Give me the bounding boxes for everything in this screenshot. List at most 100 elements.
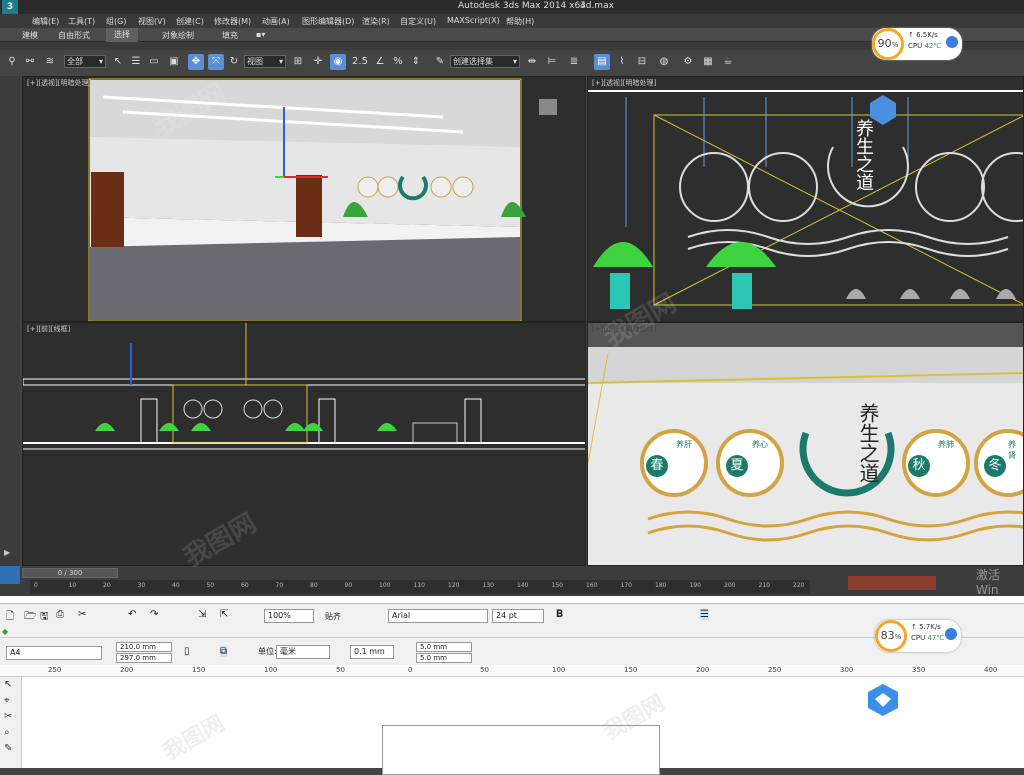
menu-tools[interactable]: 工具(T) <box>68 16 95 27</box>
shape-tool-icon[interactable]: ⌖ <box>4 695 10 706</box>
spinner-snap-icon[interactable]: ⇕ <box>408 54 424 70</box>
save-icon[interactable]: 🖫 <box>40 609 49 626</box>
unlink-icon[interactable]: ⚯ <box>22 54 38 70</box>
menu-modifiers[interactable]: 修改器(M) <box>214 16 251 27</box>
viewport-label[interactable]: [+][透视][明暗处理] <box>592 324 656 334</box>
frame-tick: 120 <box>448 582 460 589</box>
page-height-field[interactable]: 297.0 mm <box>116 653 172 663</box>
layer-manager-icon[interactable]: ≣ <box>566 54 582 70</box>
percent-snap-icon[interactable]: % <box>390 54 406 70</box>
menu-edit[interactable]: 编辑(E) <box>32 16 59 27</box>
frame-tick: 150 <box>551 582 563 589</box>
menu-maxscript[interactable]: MAXScript(X) <box>447 16 500 25</box>
graphite-toolbar-icon[interactable]: ▤ <box>594 54 610 70</box>
time-slider[interactable]: 0 / 300 <box>22 568 118 578</box>
snap-toggle-icon[interactable]: 2.5 <box>352 54 368 70</box>
align-icon[interactable]: ☰ <box>700 609 709 620</box>
menu-group[interactable]: 组(G) <box>106 16 126 27</box>
print-icon[interactable]: ⎙ <box>56 609 64 620</box>
viewport-label[interactable]: [+][透视][明暗处理] <box>592 78 656 88</box>
pick-tool-icon[interactable]: ↖ <box>4 679 12 690</box>
viewport-layout-icon[interactable] <box>0 566 20 584</box>
select-rotate-icon[interactable]: ⤧ <box>208 54 224 70</box>
rect-selection-icon[interactable]: ▭ <box>146 54 162 70</box>
align-icon[interactable]: ⊨ <box>544 54 560 70</box>
manipulate-icon[interactable]: ✛ <box>310 54 326 70</box>
ruler-label: 100 <box>552 666 566 674</box>
open-icon[interactable]: 🗁 <box>24 609 36 626</box>
zoom-level[interactable]: 100% <box>264 609 314 623</box>
accelerate-icon-2[interactable] <box>945 628 957 640</box>
new-doc-icon[interactable]: 🗋 <box>6 609 14 626</box>
viewport-perspective-top-left[interactable]: [+][透视][明暗处理] <box>22 76 586 322</box>
render-setup-icon[interactable]: ⚙ <box>680 54 696 70</box>
accelerate-icon[interactable] <box>946 36 958 48</box>
angle-snap-icon[interactable]: ∠ <box>372 54 388 70</box>
selection-filter-dropdown[interactable]: 全部 <box>64 55 106 68</box>
frame-tick: 190 <box>689 582 701 589</box>
link-icon[interactable]: ⚲ <box>4 54 20 70</box>
menu-create[interactable]: 创建(C) <box>176 16 204 27</box>
select-object-icon[interactable]: ↖ <box>110 54 126 70</box>
render-teapot-icon[interactable]: ☕ <box>720 54 736 70</box>
tab-selection[interactable]: 选择 <box>106 28 138 42</box>
edit-named-selection-icon[interactable]: ✎ <box>432 54 448 70</box>
material-editor-icon[interactable]: ◍ <box>656 54 672 70</box>
tab-freeform[interactable]: 自由形式 <box>58 30 90 41</box>
zoom-tool-icon[interactable]: ⌕ <box>4 727 10 738</box>
viewport-label[interactable]: [+][前][线框] <box>27 324 70 334</box>
crop-tool-icon[interactable]: ✂ <box>4 711 12 722</box>
ribbon-options-icon[interactable]: ▪▾ <box>256 30 265 39</box>
snap-to-dropdown[interactable]: 贴齐 <box>325 611 341 622</box>
page-size-dropdown[interactable]: A4 <box>6 646 102 660</box>
menu-help[interactable]: 帮助(H) <box>506 16 534 27</box>
tab-modeling[interactable]: 建模 <box>22 30 38 41</box>
window-crossing-icon[interactable]: ▣ <box>166 54 182 70</box>
all-pages-icon[interactable]: ⧉ <box>220 646 228 657</box>
bold-icon[interactable]: 𝐁 <box>556 609 563 620</box>
menu-rendering[interactable]: 渲染(R) <box>362 16 390 27</box>
keyboard-shortcut-icon[interactable]: ◉ <box>330 54 346 70</box>
menu-graph-editors[interactable]: 图形编辑器(D) <box>302 16 354 27</box>
net-monitor-widget-2[interactable]: 83% ↑ 5.7K/s CPU 47℃ <box>875 620 961 652</box>
freehand-tool-icon[interactable]: ✎ <box>4 743 12 754</box>
duplicate-x-field[interactable]: 5.0 mm <box>416 642 472 652</box>
bind-space-warp-icon[interactable]: ≋ <box>42 54 58 70</box>
redo-icon[interactable]: ↷ <box>150 609 158 620</box>
ruler-label: 200 <box>120 666 134 674</box>
nudge-distance-field[interactable]: 0.1 mm <box>350 645 394 659</box>
named-selection-set-dropdown[interactable]: 创建选择集 <box>450 55 520 68</box>
tab-populate[interactable]: 填充 <box>222 30 238 41</box>
duplicate-y-field[interactable]: 5.0 mm <box>416 653 472 663</box>
curve-editor-icon[interactable]: ⌇ <box>614 54 630 70</box>
reference-coord-dropdown[interactable]: 视图 <box>244 55 286 68</box>
tab-object-paint[interactable]: 对象绘制 <box>162 30 194 41</box>
ruler-label: 250 <box>48 666 62 674</box>
menu-view[interactable]: 视图(V) <box>138 16 166 27</box>
cut-icon[interactable]: ✂ <box>78 609 86 620</box>
units-dropdown[interactable]: 毫米 <box>276 645 330 659</box>
select-by-name-icon[interactable]: ☰ <box>128 54 144 70</box>
undo-icon[interactable]: ↶ <box>128 609 136 620</box>
font-size-field[interactable]: 24 pt <box>492 609 544 623</box>
mirror-icon[interactable]: ⇹ <box>524 54 540 70</box>
font-family-field[interactable]: Arial <box>388 609 488 623</box>
viewport-perspective-top-right[interactable]: [+][透视][明暗处理] 养生之道 <box>587 76 1024 322</box>
viewport-label[interactable]: [+][透视][明暗处理] <box>27 78 91 88</box>
menu-animation[interactable]: 动画(A) <box>262 16 290 27</box>
select-move-icon[interactable]: ✥ <box>188 54 204 70</box>
import-icon[interactable]: ⇲ <box>198 609 206 620</box>
export-icon[interactable]: ⇱ <box>220 609 228 620</box>
page-width-field[interactable]: 210.0 mm <box>116 642 172 652</box>
expand-arrow-icon[interactable]: ▶ <box>4 548 10 557</box>
portrait-icon[interactable]: ▯ <box>184 646 190 657</box>
app-logo-icon[interactable]: 3 <box>2 0 18 14</box>
viewport-perspective-bottom-right[interactable]: [+][透视][明暗处理] 养生之道 春 夏 秋 冬 养肝 养心 养肺 养肾 <box>587 322 1024 566</box>
rendered-frame-icon[interactable]: ▦ <box>700 54 716 70</box>
menu-customize[interactable]: 自定义(U) <box>400 16 436 27</box>
pivot-center-icon[interactable]: ⊞ <box>290 54 306 70</box>
viewport-front[interactable]: [+][前][线框] <box>22 322 586 566</box>
select-scale-icon[interactable]: ↻ <box>226 54 242 70</box>
net-monitor-widget[interactable]: 90% ↑ 6.5K/s CPU 42℃ <box>872 28 962 60</box>
schematic-view-icon[interactable]: ⊟ <box>634 54 650 70</box>
